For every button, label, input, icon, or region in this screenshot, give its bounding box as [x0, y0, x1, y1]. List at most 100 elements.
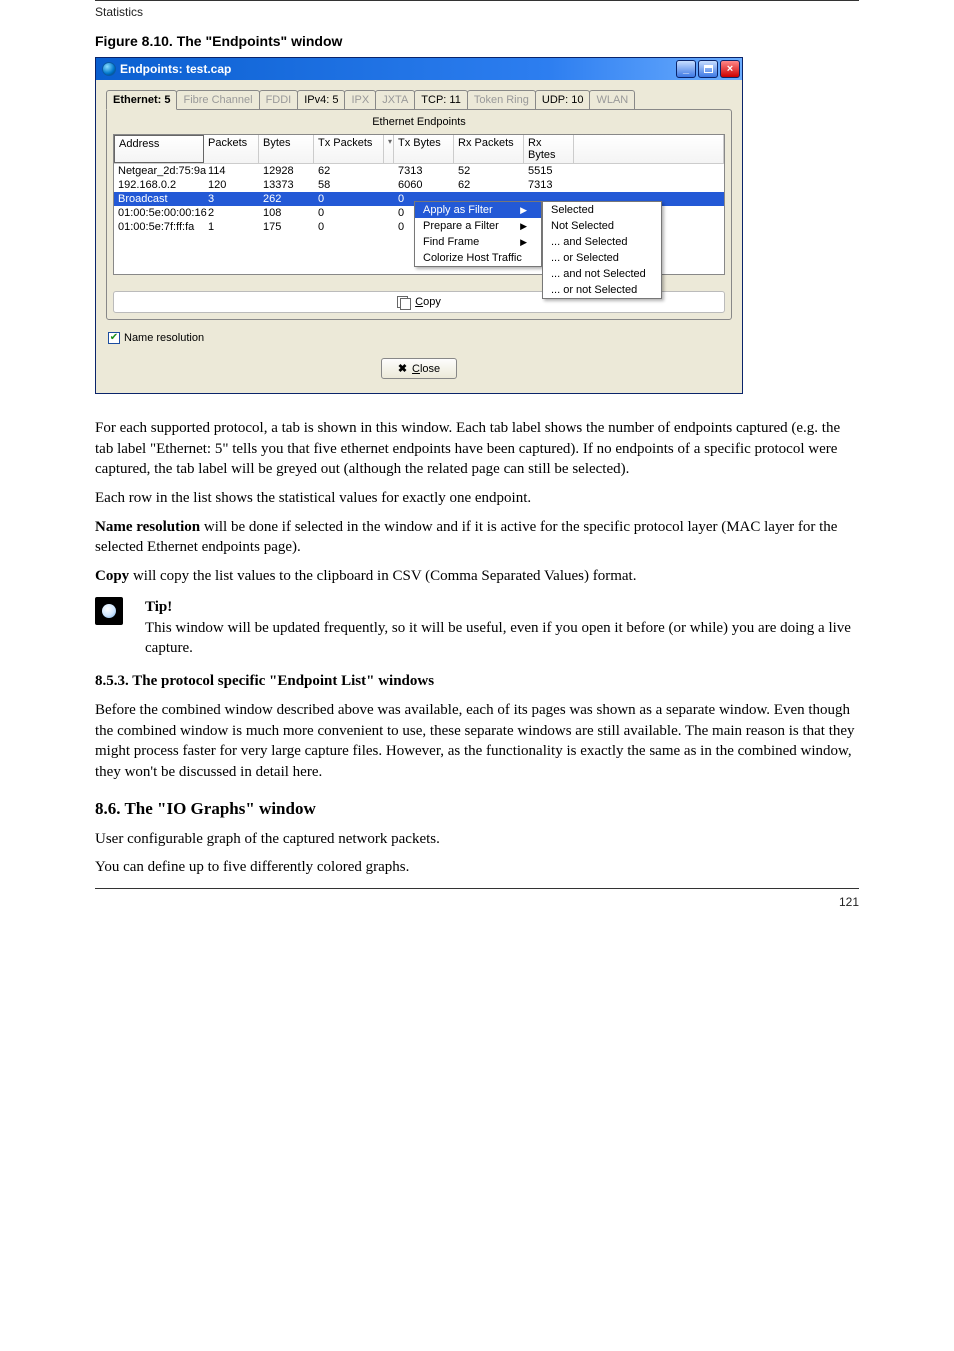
column-header[interactable]: Bytes: [259, 135, 314, 163]
context-menu[interactable]: Apply as Filter▶Prepare a Filter▶Find Fr…: [414, 201, 542, 267]
paragraph: Copy will copy the list values to the cl…: [95, 566, 859, 587]
header-left: Statistics: [95, 5, 143, 19]
endpoints-window: Endpoints: test.cap _ × Ethernet: 5Fibre…: [95, 57, 743, 394]
menu-item[interactable]: ... or not Selected: [543, 282, 661, 298]
paragraph: You can define up to five differently co…: [95, 857, 859, 878]
tab-panel: Ethernet Endpoints AddressPacketsBytesTx…: [106, 109, 732, 320]
table-cell: 1: [204, 220, 259, 234]
subsection-heading: 8.5.3. The protocol specific "Endpoint L…: [95, 673, 859, 690]
table-cell: 120: [204, 178, 259, 192]
table-cell: Netgear_2d:75:9a: [114, 164, 204, 178]
table-cell: 5515: [524, 164, 574, 178]
table-cell: 108: [259, 206, 314, 220]
window-title: Endpoints: test.cap: [120, 62, 676, 76]
table-cell: 52: [454, 164, 524, 178]
tab: IPX: [344, 90, 376, 109]
table-cell: 0: [314, 220, 384, 234]
table-row[interactable]: 192.168.0.21201337358 6060627313: [114, 178, 724, 192]
tab: FDDI: [259, 90, 299, 109]
table-cell: [384, 178, 394, 192]
column-header[interactable]: ▾: [384, 135, 394, 163]
table-cell: [574, 164, 724, 178]
footer-right: 121: [839, 895, 859, 909]
paragraph: User configurable graph of the captured …: [95, 829, 859, 850]
table-cell: 2: [204, 206, 259, 220]
menu-item[interactable]: Not Selected: [543, 218, 661, 234]
app-icon: [102, 62, 116, 76]
menu-item[interactable]: ... or Selected: [543, 250, 661, 266]
tab[interactable]: IPv4: 5: [297, 90, 345, 109]
table-cell: 192.168.0.2: [114, 178, 204, 192]
paragraph: Before the combined window described abo…: [95, 700, 859, 783]
menu-item[interactable]: Colorize Host Traffic: [415, 250, 541, 266]
tip-icon: [95, 597, 123, 625]
endpoints-table: AddressPacketsBytesTx Packets▾Tx BytesRx…: [113, 134, 725, 275]
table-cell: 62: [454, 178, 524, 192]
titlebar[interactable]: Endpoints: test.cap _ ×: [96, 58, 742, 80]
close-icon: ✖: [398, 362, 407, 375]
figure-caption: Figure 8.10. The "Endpoints" window: [95, 33, 859, 49]
column-header[interactable]: Rx Bytes: [524, 135, 574, 163]
menu-item[interactable]: ... and not Selected: [543, 266, 661, 282]
column-header[interactable]: Rx Packets: [454, 135, 524, 163]
panel-title: Ethernet Endpoints: [107, 110, 731, 134]
paragraph: Name resolution will be done if selected…: [95, 517, 859, 558]
tip-box: Tip! This window will be updated frequen…: [95, 597, 859, 659]
table-cell: 3: [204, 192, 259, 206]
table-cell: 01:00:5e:00:00:16: [114, 206, 204, 220]
name-resolution-label: Name resolution: [124, 332, 204, 344]
table-cell: [384, 220, 394, 234]
column-header[interactable]: Packets: [204, 135, 259, 163]
close-button[interactable]: ✖ Close: [381, 358, 457, 379]
table-body: Netgear_2d:75:9a11412928627313525515192.…: [114, 164, 724, 274]
menu-item[interactable]: Selected: [543, 202, 661, 218]
name-resolution-checkbox[interactable]: ✔: [108, 332, 120, 344]
table-cell: [384, 192, 394, 206]
minimize-button[interactable]: _: [676, 60, 696, 78]
paragraph: Each row in the list shows the statistic…: [95, 488, 859, 509]
section-heading: 8.6. The "IO Graphs" window: [95, 799, 859, 819]
chevron-right-icon: ▶: [520, 237, 527, 248]
close-window-button[interactable]: ×: [720, 60, 740, 78]
tab[interactable]: Ethernet: 5: [106, 90, 177, 110]
column-header[interactable]: Tx Packets: [314, 135, 384, 163]
menu-item[interactable]: Prepare a Filter▶: [415, 218, 541, 234]
copy-icon: [397, 296, 411, 308]
table-cell: 62: [314, 164, 384, 178]
table-cell: 262: [259, 192, 314, 206]
table-row[interactable]: Netgear_2d:75:9a11412928627313525515: [114, 164, 724, 178]
tab: JXTA: [375, 90, 415, 109]
table-cell: 13373: [259, 178, 314, 192]
chevron-right-icon: ▶: [520, 205, 527, 216]
context-submenu[interactable]: SelectedNot Selected... and Selected... …: [542, 201, 662, 299]
table-cell: 7313: [524, 178, 574, 192]
menu-item[interactable]: Apply as Filter▶: [415, 202, 541, 218]
column-header[interactable]: Address: [114, 135, 204, 163]
copy-button[interactable]: Copy: [397, 296, 441, 308]
table-cell: 7313: [394, 164, 454, 178]
maximize-button[interactable]: [698, 60, 718, 78]
column-header[interactable]: Tx Bytes: [394, 135, 454, 163]
table-cell: [574, 178, 724, 192]
body-copy: For each supported protocol, a tab is sh…: [95, 418, 859, 587]
chevron-right-icon: ▶: [520, 221, 527, 232]
table-cell: 01:00:5e:7f:ff:fa: [114, 220, 204, 234]
tab: Token Ring: [467, 90, 536, 109]
table-cell: 0: [314, 192, 384, 206]
table-cell: 12928: [259, 164, 314, 178]
table-cell: 175: [259, 220, 314, 234]
column-header[interactable]: [574, 135, 724, 163]
tip-body: This window will be updated frequently, …: [145, 618, 859, 659]
maximize-icon: [704, 65, 713, 73]
menu-item[interactable]: ... and Selected: [543, 234, 661, 250]
tab[interactable]: UDP: 10: [535, 90, 591, 109]
table-cell: 6060: [394, 178, 454, 192]
tab: Fibre Channel: [176, 90, 259, 109]
table-cell: 58: [314, 178, 384, 192]
table-header[interactable]: AddressPacketsBytesTx Packets▾Tx BytesRx…: [114, 135, 724, 164]
menu-item[interactable]: Find Frame▶: [415, 234, 541, 250]
table-cell: [384, 206, 394, 220]
tabs-row: Ethernet: 5Fibre ChannelFDDIIPv4: 5IPXJX…: [106, 90, 732, 109]
tab: WLAN: [589, 90, 635, 109]
tab[interactable]: TCP: 11: [414, 90, 468, 109]
